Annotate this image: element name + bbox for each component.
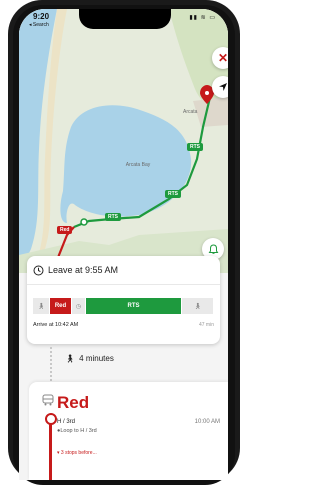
close-icon: ✕ bbox=[217, 51, 228, 65]
walk-duration: 4 minutes bbox=[79, 354, 114, 363]
stop-time: 10:00 AM bbox=[194, 419, 220, 425]
rts-route-segment: RTS bbox=[86, 298, 181, 314]
stops-before-toggle[interactable]: ▾ 3 stops before... bbox=[57, 450, 97, 456]
bus-icon bbox=[42, 394, 54, 406]
bell-icon bbox=[208, 243, 218, 254]
arrival-text: Arrive at 10:42 AM bbox=[33, 322, 79, 328]
walk-segment: 🚶︎ bbox=[33, 298, 49, 314]
loop-direction: ●Loop to H / 3rd bbox=[57, 428, 97, 434]
walk-icon: 🚶︎ bbox=[37, 303, 45, 310]
walk-segment-end: 🚶︎ bbox=[182, 298, 213, 314]
map-canvas bbox=[19, 9, 228, 273]
map-route-tag: RTS bbox=[165, 190, 181, 198]
leave-row: Leave at 9:55 AM bbox=[33, 263, 118, 277]
wait-segment: ◷ bbox=[72, 298, 85, 314]
walk-step: 🚶︎ 4 minutes bbox=[65, 354, 114, 363]
walk-path-dots bbox=[50, 347, 54, 385]
close-button[interactable]: ✕ bbox=[212, 47, 228, 69]
trip-segments: 🚶︎ Red ◷ RTS 🚶︎ bbox=[33, 298, 214, 314]
card-divider bbox=[27, 284, 220, 285]
map-red-tag: Red bbox=[57, 226, 73, 234]
red-route-segment: Red bbox=[50, 298, 71, 314]
map-bay-label: Arcata Bay bbox=[125, 162, 151, 168]
leave-time-text: Leave at 9:55 AM bbox=[48, 265, 119, 275]
app-screen: Arcata Arcata Bay RTS RTS RTS Red ✕ 9:20… bbox=[19, 9, 228, 480]
status-time: 9:20 bbox=[33, 12, 50, 21]
map-place-label: Arcata bbox=[183, 109, 198, 115]
walk-icon: 🚶︎ bbox=[65, 354, 76, 363]
route-name: Red bbox=[57, 393, 90, 412]
walk-icon: 🚶︎ bbox=[193, 303, 202, 310]
stop-name: H / 3rd bbox=[57, 419, 76, 425]
trip-summary-card[interactable]: Leave at 9:55 AM 🚶︎ Red ◷ RTS 🚶︎ Arrive … bbox=[27, 256, 220, 344]
trip-duration: 47 min bbox=[198, 322, 214, 328]
navigation-button[interactable] bbox=[212, 76, 228, 98]
map-route-tag: RTS bbox=[187, 143, 203, 151]
stop-marker bbox=[45, 413, 57, 425]
clock-icon bbox=[33, 265, 44, 275]
back-link[interactable]: ◂ Search bbox=[29, 22, 49, 28]
signal-wifi-battery-icons: ▮▮ ≋ ▭ bbox=[189, 15, 216, 21]
map-view[interactable]: Arcata Arcata Bay RTS RTS RTS Red ✕ bbox=[19, 9, 228, 273]
map-route-tag: RTS bbox=[105, 213, 121, 221]
navigation-arrow-icon bbox=[219, 83, 227, 91]
phone-notch bbox=[79, 9, 171, 29]
wait-icon: ◷ bbox=[75, 303, 82, 310]
red-route-line bbox=[49, 421, 52, 480]
